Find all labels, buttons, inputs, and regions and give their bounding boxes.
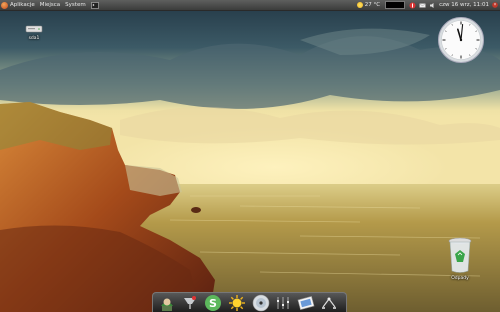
menu-applications[interactable]: Aplikacje <box>1 0 40 10</box>
menu-system-label: System <box>65 2 86 8</box>
weather-applet[interactable]: 27 °C <box>356 0 385 10</box>
file-manager-icon[interactable] <box>158 294 176 312</box>
trash-label: Odpady <box>451 276 469 281</box>
weather-sun-icon[interactable] <box>228 294 246 312</box>
image-viewer-icon[interactable] <box>297 294 315 312</box>
terminal-icon[interactable] <box>181 294 199 312</box>
desktop-icon-trash[interactable]: Odpady <box>440 236 480 281</box>
top-panel: Aplikacje Miejsca System 27 °C czw 16 wr… <box>0 0 500 11</box>
svg-text:S: S <box>209 297 217 310</box>
power-icon[interactable] <box>492 2 498 8</box>
distro-logo-icon <box>1 1 8 9</box>
network-icon[interactable] <box>320 294 338 312</box>
menu-places[interactable]: Miejsca <box>40 0 65 10</box>
tuner-icon[interactable] <box>274 294 292 312</box>
mail-icon[interactable] <box>419 2 426 9</box>
drive-label: sda1 <box>28 36 40 41</box>
system-monitor-graph[interactable] <box>385 1 406 9</box>
desktop-icon-drive[interactable]: sda1 <box>22 24 46 41</box>
panel-right-area: 27 °C czw 16 wrz, 11:01 <box>356 0 500 10</box>
terminal-launcher[interactable] <box>90 0 101 10</box>
trash-can-icon <box>448 237 472 273</box>
desktop-wallpaper <box>0 0 500 312</box>
analog-clock-widget[interactable] <box>437 16 485 64</box>
temperature-label: 27 °C <box>364 2 381 8</box>
cd-dvd-icon[interactable] <box>252 294 270 312</box>
terminal-icon <box>90 1 99 9</box>
menu-system[interactable]: System <box>65 0 91 10</box>
sun-icon <box>356 2 363 8</box>
menu-places-label: Miejsca <box>39 2 61 8</box>
volume-icon[interactable] <box>429 2 436 9</box>
panel-clock[interactable]: czw 16 wrz, 11:01 <box>439 0 489 10</box>
dock: S <box>152 292 347 312</box>
hard-drive-icon <box>25 25 43 33</box>
network-icon[interactable] <box>409 2 416 9</box>
skype-icon[interactable]: S <box>204 294 222 312</box>
menu-applications-label: Aplikacje <box>10 2 35 8</box>
